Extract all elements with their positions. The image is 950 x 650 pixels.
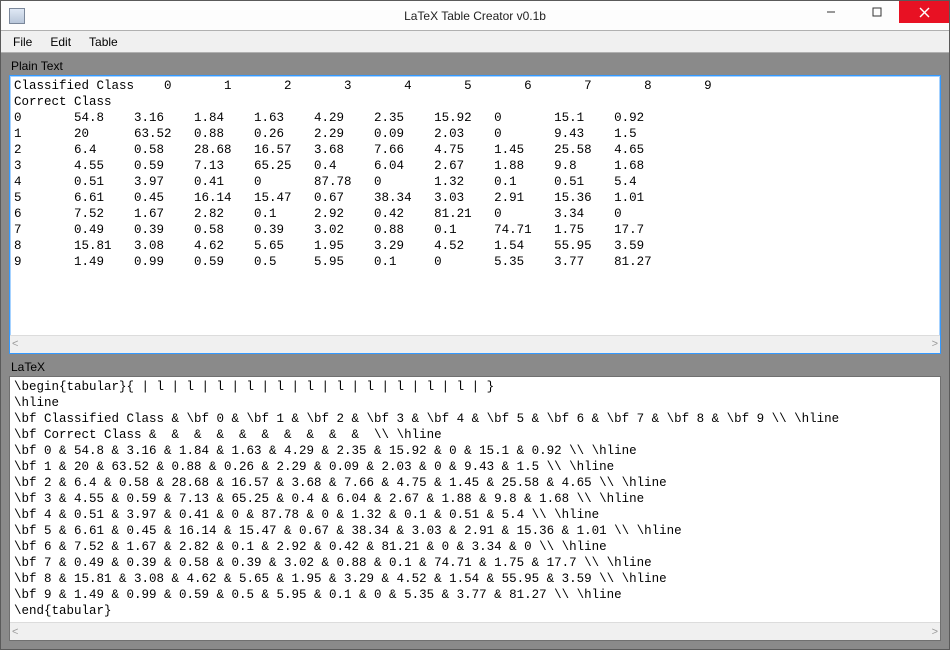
maximize-icon (872, 7, 882, 17)
latex-scrollbar[interactable]: < > (10, 622, 940, 640)
maximize-button[interactable] (853, 1, 899, 23)
content-area: Plain Text Classified Class 0 1 2 3 4 5 … (1, 53, 949, 649)
menubar: File Edit Table (1, 31, 949, 53)
scroll-left-icon[interactable]: < (12, 624, 18, 640)
plaintext-panel[interactable]: Classified Class 0 1 2 3 4 5 6 7 8 9 Cor… (9, 75, 941, 354)
titlebar[interactable]: LaTeX Table Creator v0.1b (1, 1, 949, 31)
window-controls (807, 1, 949, 30)
menu-file[interactable]: File (5, 33, 40, 51)
latex-label: LaTeX (9, 358, 941, 376)
app-icon (9, 8, 25, 24)
menu-table[interactable]: Table (81, 33, 126, 51)
latex-textarea[interactable]: \begin{tabular}{ | l | l | l | l | l | l… (10, 377, 940, 622)
plaintext-label: Plain Text (9, 57, 941, 75)
plaintext-textarea[interactable]: Classified Class 0 1 2 3 4 5 6 7 8 9 Cor… (10, 76, 940, 335)
minimize-button[interactable] (807, 1, 853, 23)
plaintext-scrollbar[interactable]: < > (10, 335, 940, 353)
latex-panel[interactable]: \begin{tabular}{ | l | l | l | l | l | l… (9, 376, 941, 641)
minimize-icon (826, 7, 836, 17)
scroll-left-icon[interactable]: < (12, 336, 18, 352)
close-icon (919, 7, 930, 18)
menu-edit[interactable]: Edit (42, 33, 79, 51)
close-button[interactable] (899, 1, 949, 23)
scroll-right-icon[interactable]: > (932, 624, 938, 640)
app-window: LaTeX Table Creator v0.1b File Edit Tabl… (0, 0, 950, 650)
scroll-right-icon[interactable]: > (932, 336, 938, 352)
